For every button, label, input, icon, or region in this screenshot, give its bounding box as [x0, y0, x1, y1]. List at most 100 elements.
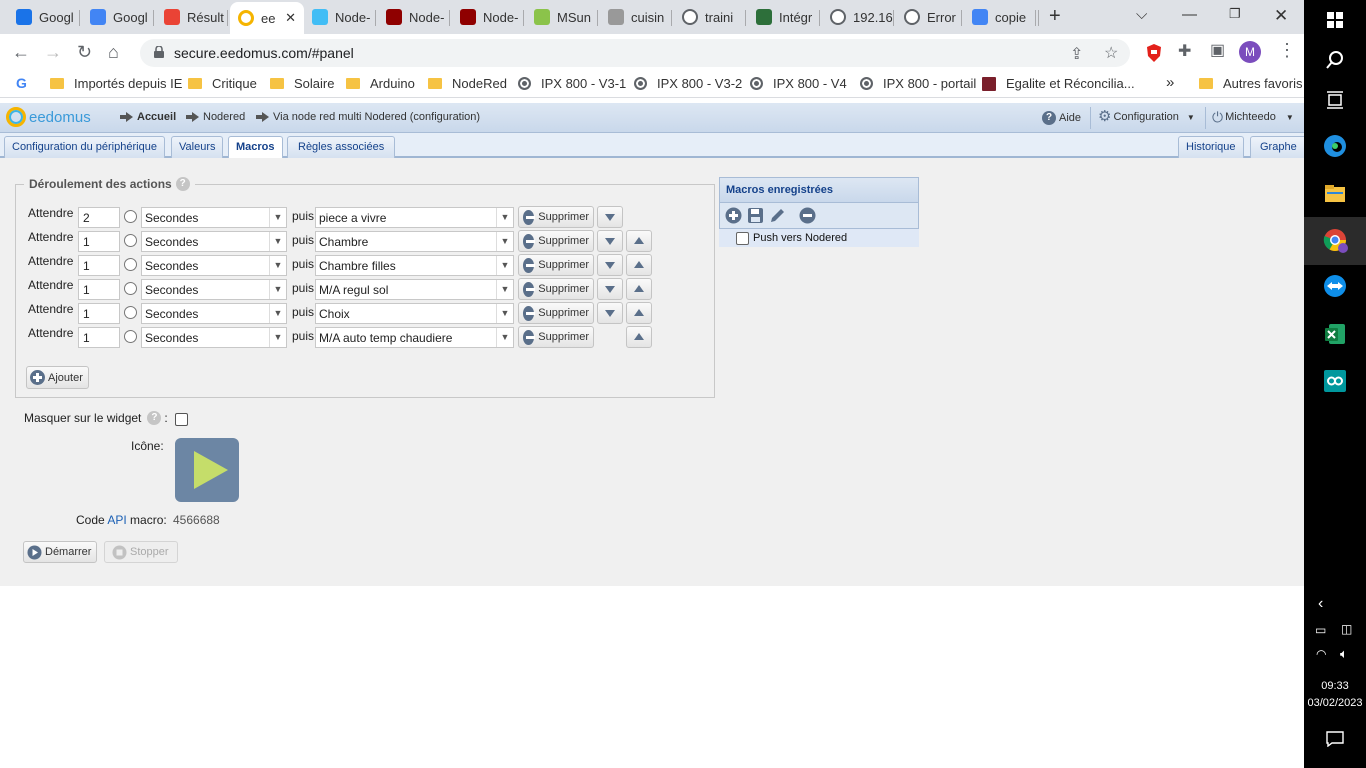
browser-tab[interactable]: ee ✕ [230, 2, 304, 34]
adblock-icon[interactable] [1146, 44, 1162, 62]
menu-icon[interactable]: ⋮ [1278, 40, 1296, 61]
move-up-button[interactable] [626, 302, 652, 324]
delay-input[interactable]: 1 [78, 255, 120, 276]
bookmark-item[interactable]: IPX 800 - V4 [750, 76, 847, 91]
file-explorer-icon[interactable] [1321, 180, 1349, 208]
browser-tab[interactable]: Googl [82, 4, 154, 30]
battery-icon[interactable]: ▭ [1315, 623, 1326, 637]
delay-radio[interactable] [124, 234, 137, 247]
help-icon[interactable]: ? [175, 177, 190, 191]
browser-tab[interactable]: Node- [304, 4, 376, 30]
sidepanel-icon[interactable]: ▣ [1210, 40, 1225, 60]
bookmark-item[interactable]: Importés depuis IE [50, 76, 182, 91]
close-window-icon[interactable]: ✕ [1274, 6, 1288, 26]
move-down-button[interactable] [597, 230, 623, 252]
delete-macro-icon[interactable] [799, 207, 816, 224]
hide-widget-checkbox[interactable] [175, 413, 188, 426]
help-button[interactable]: ? Aide [1042, 111, 1081, 125]
move-up-button[interactable] [626, 254, 652, 276]
bookmark-item[interactable]: Egalite et Réconcilia... [982, 76, 1135, 91]
unit-select[interactable]: Secondes ▼ [141, 231, 287, 252]
delay-input[interactable]: 1 [78, 279, 120, 300]
device-icon[interactable]: ◫ [1341, 622, 1352, 636]
browser-tab[interactable]: Node- [378, 4, 450, 30]
target-select[interactable]: Chambre filles ▼ [315, 255, 514, 276]
bookmark-item[interactable]: IPX 800 - portail [860, 76, 976, 91]
tab-graphe[interactable]: Graphe [1250, 136, 1307, 158]
back-icon[interactable]: ← [12, 42, 30, 63]
browser-tab[interactable]: MSun [526, 4, 598, 30]
stop-button[interactable]: Stopper [104, 541, 178, 563]
bookmark-item[interactable]: NodeRed [428, 76, 507, 91]
target-select[interactable]: piece a vivre ▼ [315, 207, 514, 228]
wifi-icon[interactable]: ◠ [1316, 647, 1326, 661]
google-bookmark-icon[interactable]: G [16, 75, 27, 91]
delay-radio[interactable] [124, 210, 137, 223]
target-select[interactable]: Chambre ▼ [315, 231, 514, 252]
extensions-icon[interactable]: ✚ [1178, 41, 1191, 61]
chrome-icon[interactable] [1321, 226, 1349, 254]
unit-select[interactable]: Secondes ▼ [141, 303, 287, 324]
macro-item[interactable]: Push vers Nodered [719, 229, 919, 247]
restore-icon[interactable]: ❐ [1229, 6, 1241, 22]
target-select[interactable]: M/A auto temp chaudiere ▼ [315, 327, 514, 348]
arduino-icon[interactable] [1321, 367, 1349, 395]
tab-valeurs[interactable]: Valeurs [171, 136, 224, 158]
notification-icon[interactable] [1326, 731, 1344, 747]
move-up-button[interactable] [626, 326, 652, 348]
delay-radio[interactable] [124, 282, 137, 295]
clock-time[interactable]: 09:33 [1304, 680, 1366, 692]
breadcrumb-nodered[interactable]: Nodered [186, 111, 245, 123]
volume-icon[interactable]: 🔈︎ [1340, 646, 1348, 662]
delete-action-button[interactable]: Supprimer [518, 326, 594, 348]
eedomus-logo[interactable]: eedomus [6, 107, 91, 127]
move-down-button[interactable] [597, 302, 623, 324]
edge-icon[interactable] [1321, 132, 1349, 160]
delete-action-button[interactable]: Supprimer [518, 302, 594, 324]
browser-tab[interactable]: Résult [156, 4, 228, 30]
delete-action-button[interactable]: Supprimer [518, 254, 594, 276]
move-down-button[interactable] [597, 278, 623, 300]
move-down-button[interactable] [597, 254, 623, 276]
search-icon[interactable] [1321, 46, 1349, 74]
save-macro-icon[interactable] [747, 207, 764, 224]
start-button[interactable]: Démarrer [23, 541, 98, 563]
tab-configuration[interactable]: Configuration du périphérique [4, 136, 165, 158]
clock-date[interactable]: 03/02/2023 [1304, 697, 1366, 709]
delete-action-button[interactable]: Supprimer [518, 230, 594, 252]
browser-tab[interactable]: 192.16 [822, 4, 894, 30]
move-up-button[interactable] [626, 230, 652, 252]
browser-tab[interactable]: Intégr [748, 4, 820, 30]
forward-icon[interactable]: → [44, 42, 62, 63]
move-up-button[interactable] [626, 278, 652, 300]
browser-tab[interactable]: copie [964, 4, 1036, 30]
home-icon[interactable]: ⌂ [108, 42, 119, 63]
bookmark-star-icon[interactable]: ☆ [1104, 43, 1118, 63]
unit-select[interactable]: Secondes ▼ [141, 207, 287, 228]
delay-radio[interactable] [124, 258, 137, 271]
reload-icon[interactable]: ↻ [77, 42, 92, 63]
breadcrumb-home[interactable]: Accueil [120, 111, 176, 123]
delete-action-button[interactable]: Supprimer [518, 278, 594, 300]
close-tab-icon[interactable]: ✕ [285, 10, 296, 26]
delay-input[interactable]: 1 [78, 327, 120, 348]
profile-avatar[interactable]: M [1239, 41, 1261, 63]
browser-tab[interactable]: Googl [8, 4, 80, 30]
browser-tab[interactable]: traini [674, 4, 746, 30]
add-macro-icon[interactable] [725, 207, 742, 224]
browser-tab[interactable]: Error [896, 4, 962, 30]
bookmark-item[interactable]: IPX 800 - V3-2 [634, 76, 742, 91]
api-link[interactable]: API [107, 513, 126, 527]
breadcrumb-device[interactable]: Via node red multi Nodered (configuratio… [256, 111, 480, 123]
address-bar[interactable]: secure.eedomus.com/#panel ⇪ ☆ [140, 39, 1130, 67]
delay-input[interactable]: 2 [78, 207, 120, 228]
delay-input[interactable]: 1 [78, 303, 120, 324]
play-icon[interactable] [175, 438, 239, 502]
excel-icon[interactable] [1321, 320, 1349, 348]
macro-checkbox[interactable] [736, 231, 749, 245]
unit-select[interactable]: Secondes ▼ [141, 327, 287, 348]
bookmark-item[interactable]: Solaire [270, 76, 334, 91]
delay-input[interactable]: 1 [78, 231, 120, 252]
edit-macro-icon[interactable] [769, 207, 786, 224]
more-bookmarks-button[interactable]: » [1166, 74, 1174, 91]
